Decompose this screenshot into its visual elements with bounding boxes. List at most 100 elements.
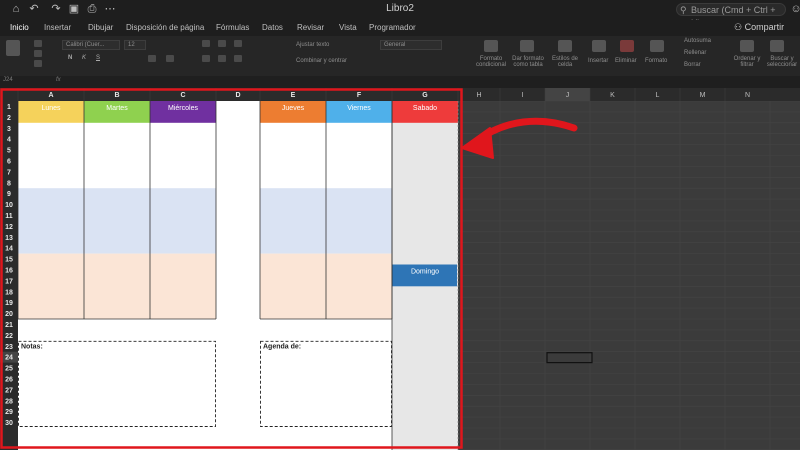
format-cells-label[interactable]: Formato [645,58,667,64]
redo-icon[interactable]: ↷ [50,3,62,15]
align-top-icon[interactable] [202,40,210,47]
search-input[interactable]: ⚲ Buscar (Cmd + Ctrl + U) [676,3,786,28]
worksheet-canvas[interactable]: Lunes Martes Miércoles Jueves Viernes Sabado D… [0,88,800,450]
row-header-20[interactable]: 20 [5,311,13,318]
column-header-F[interactable]: F [357,92,362,99]
insert-cells-label[interactable]: Insertar [588,58,608,64]
align-left-icon[interactable] [202,55,210,62]
row-header-24[interactable]: 24 [5,355,13,362]
tab-revisar[interactable]: Revisar [297,23,324,32]
row-header-2[interactable]: 2 [7,115,11,122]
merge-center-button[interactable]: Combinar y centrar [296,58,347,64]
worksheet[interactable]: Lunes Martes Miércoles Jueves Viernes Sabado D… [0,88,800,450]
format-table-label[interactable]: Dar formato como tabla [510,56,546,68]
row-header-25[interactable]: 25 [5,366,13,373]
row-header-18[interactable]: 18 [5,289,13,296]
tab-programador[interactable]: Programador [369,23,416,32]
row-header-16[interactable]: 16 [5,268,13,275]
align-center-icon[interactable] [218,55,226,62]
column-header-C[interactable]: C [180,92,185,99]
conditional-format-icon[interactable] [484,40,498,52]
italic-button[interactable]: K [82,55,86,61]
home-icon[interactable]: ⌂ [10,3,22,15]
row-header-28[interactable]: 28 [5,398,13,405]
row-header-26[interactable]: 26 [5,377,13,384]
conditional-format-label[interactable]: Formato condicional [474,56,508,68]
print-icon[interactable]: ⎙ [86,3,98,15]
tab-datos[interactable]: Datos [262,23,283,32]
autosum-button[interactable]: Autosuma [684,38,711,44]
row-header-17[interactable]: 17 [5,278,13,285]
row-header-15[interactable]: 15 [5,257,13,264]
cell-styles-label[interactable]: Estilos de celda [550,56,580,68]
row-header-8[interactable]: 8 [7,180,11,187]
column-header-A[interactable]: A [48,92,53,99]
column-header-H[interactable]: H [476,92,481,99]
row-header-11[interactable]: 11 [5,213,13,220]
align-bottom-icon[interactable] [234,40,242,47]
row-header-30[interactable]: 30 [5,420,13,427]
format-table-icon[interactable] [520,40,534,52]
fill-button[interactable]: Rellenar [684,50,706,56]
underline-button[interactable]: S [96,55,100,61]
more-icon[interactable]: ⋯ [104,3,116,15]
row-header-29[interactable]: 29 [5,409,13,416]
column-header-B[interactable]: B [114,92,119,99]
align-right-icon[interactable] [234,55,242,62]
save-icon[interactable]: ▣ [68,3,80,15]
name-box[interactable]: J24 [3,77,13,83]
column-header-G[interactable]: G [422,92,428,99]
row-header-5[interactable]: 5 [7,148,11,155]
cut-icon[interactable] [34,40,42,47]
column-header-J[interactable]: J [566,92,570,99]
row-header-14[interactable]: 14 [5,246,13,253]
insert-cells-icon[interactable] [592,40,606,52]
user-icon[interactable]: ☺ [790,3,800,15]
column-header-E[interactable]: E [291,92,296,99]
delete-cells-icon[interactable] [620,40,634,52]
column-header-K[interactable]: K [610,92,615,99]
find-select-icon[interactable] [770,40,784,52]
row-header-7[interactable]: 7 [7,169,11,176]
clear-button[interactable]: Borrar [684,62,701,68]
row-header-22[interactable]: 22 [5,333,13,340]
number-format-select[interactable]: General [380,40,442,50]
bold-button[interactable]: N [68,55,72,61]
tab-vista[interactable]: Vista [339,23,357,32]
fill-color-icon[interactable] [148,55,156,62]
row-header-3[interactable]: 3 [7,126,11,133]
row-header-10[interactable]: 10 [5,202,13,209]
format-cells-icon[interactable] [650,40,664,52]
column-header-I[interactable]: I [522,92,524,99]
tab-disposicion[interactable]: Disposición de página [126,23,204,32]
tab-inicio[interactable]: Inicio [10,23,29,32]
row-header-6[interactable]: 6 [7,159,11,166]
sort-filter-icon[interactable] [740,40,754,52]
column-header-M[interactable]: M [700,92,706,99]
row-header-9[interactable]: 9 [7,191,11,198]
row-header-12[interactable]: 12 [5,224,13,231]
tab-insertar[interactable]: Insertar [44,23,71,32]
font-name-select[interactable]: Calibri (Cuer... [62,40,120,50]
column-header-N[interactable]: N [745,92,750,99]
row-header-23[interactable]: 23 [5,344,13,351]
copy-icon[interactable] [34,50,42,57]
share-button[interactable]: ⚇ Compartir [734,22,784,33]
column-header-D[interactable]: D [235,92,240,99]
row-header-21[interactable]: 21 [5,322,13,329]
column-header-L[interactable]: L [656,92,660,99]
row-header-27[interactable]: 27 [5,387,13,394]
row-header-13[interactable]: 13 [5,235,13,242]
align-middle-icon[interactable] [218,40,226,47]
wrap-text-button[interactable]: Ajustar texto [296,42,329,48]
format-painter-icon[interactable] [34,60,42,67]
tab-formulas[interactable]: Fórmulas [216,23,249,32]
font-color-icon[interactable] [166,55,174,62]
tab-dibujar[interactable]: Dibujar [88,23,113,32]
undo-icon[interactable]: ↶ [28,3,40,15]
row-header-1[interactable]: 1 [7,104,11,111]
row-header-19[interactable]: 19 [5,300,13,307]
delete-cells-label[interactable]: Eliminar [615,58,637,64]
row-header-4[interactable]: 4 [7,137,11,144]
cell-styles-icon[interactable] [558,40,572,52]
